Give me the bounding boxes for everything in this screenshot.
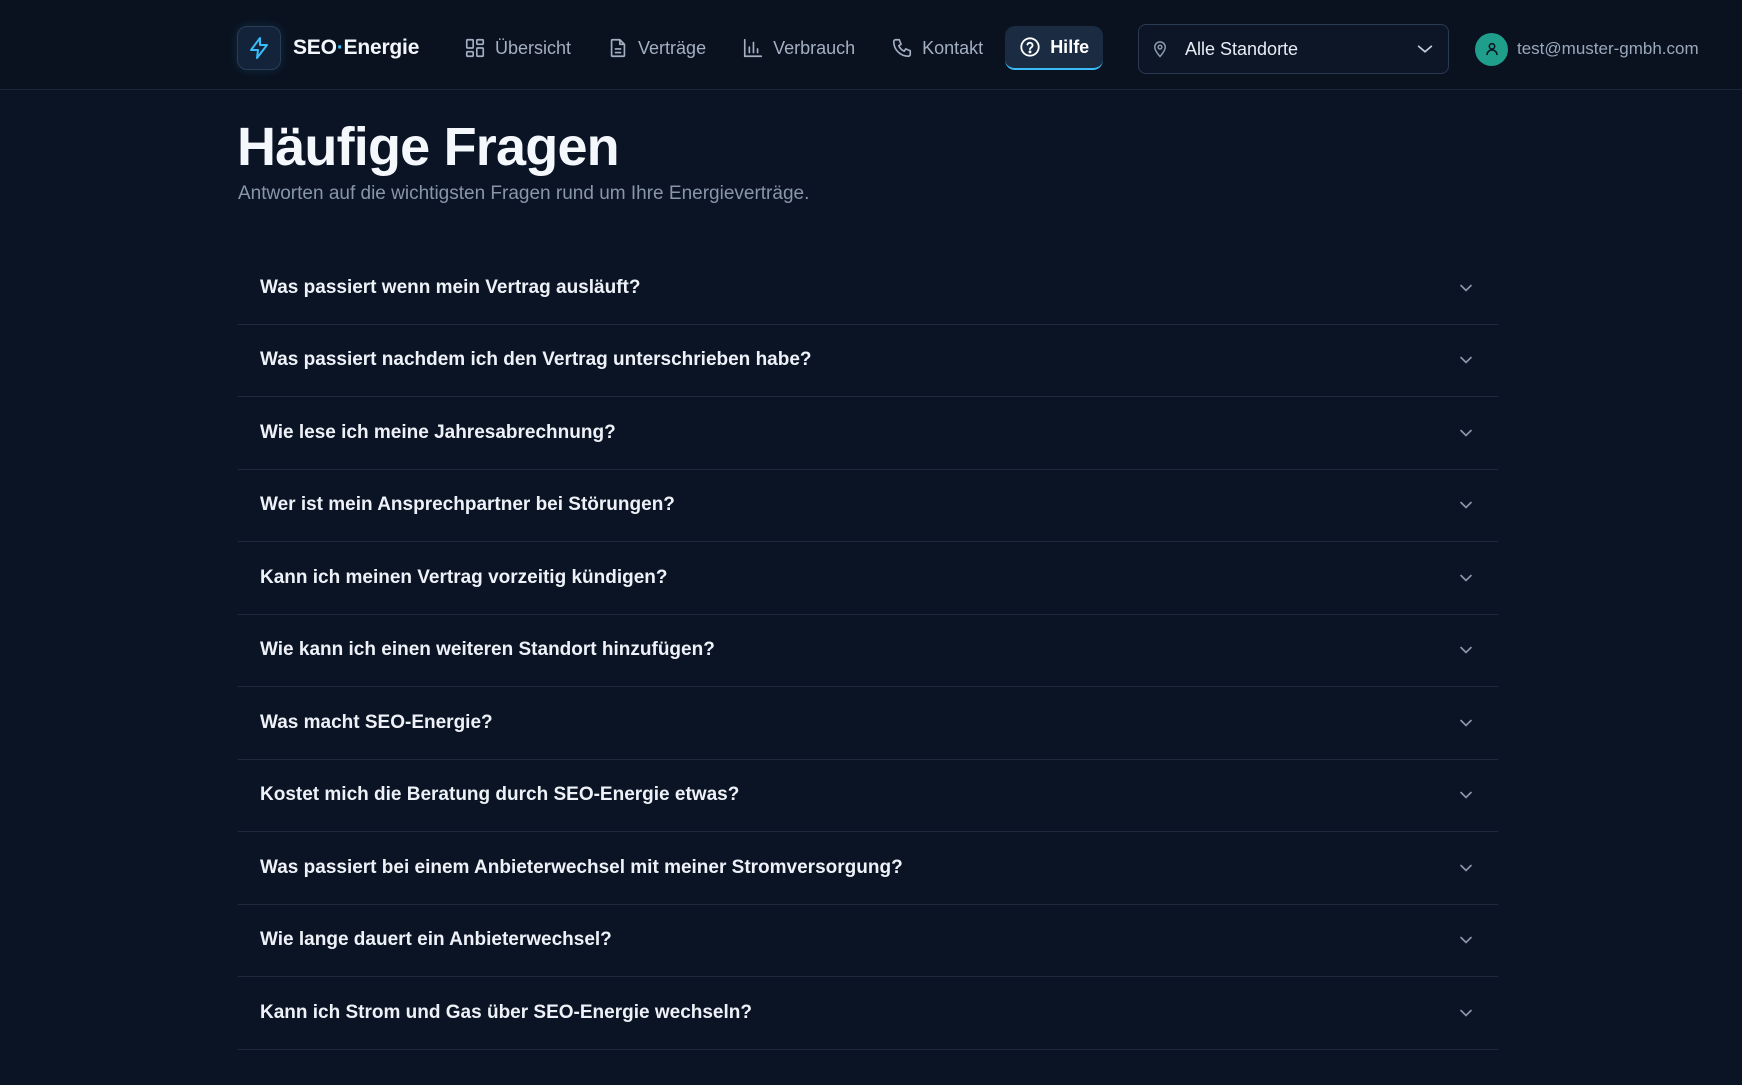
faq-question: Kostet mich die Beratung durch SEO-Energ… <box>260 784 740 806</box>
faq-item[interactable]: Kostet mich die Beratung durch SEO-Energ… <box>238 760 1498 832</box>
faq-item[interactable]: Kann ich meinen Vertrag vorzeitig kündig… <box>238 542 1498 615</box>
nav-item-vertraege[interactable]: Verträge <box>593 26 720 70</box>
help-circle-icon <box>1020 37 1040 57</box>
page-title: Häufige Fragen <box>237 117 620 177</box>
avatar <box>1475 32 1508 66</box>
faq-question: Was passiert nachdem ich den Vertrag unt… <box>260 349 812 371</box>
chevron-down-icon <box>1456 858 1476 878</box>
nav-label: Hilfe <box>1050 36 1090 57</box>
chevron-down-icon <box>1456 350 1476 370</box>
faq-item[interactable]: Was passiert nachdem ich den Vertrag unt… <box>238 325 1498 397</box>
chevron-down-icon <box>1456 640 1476 660</box>
faq-question: Wie lese ich meine Jahresabrechnung? <box>260 421 616 443</box>
nav-label: Verträge <box>638 37 707 58</box>
brand-name: SEO·Energie <box>293 36 420 59</box>
nav-label: Kontakt <box>922 37 984 58</box>
user-menu[interactable]: test@muster-gmbh.com <box>1475 32 1699 66</box>
faq-item[interactable]: Wie lange dauert ein Anbieterwechsel? <box>238 905 1498 977</box>
top-navigation-bar: SEO·Energie Übersicht Verträge Verbrauch <box>0 0 1742 90</box>
chevron-down-icon <box>1456 568 1476 588</box>
map-pin-icon <box>1153 41 1167 58</box>
chevron-down-icon <box>1417 45 1433 53</box>
main-nav: Übersicht Verträge Verbrauch Kontakt Hil… <box>450 26 1111 70</box>
user-email: test@muster-gmbh.com <box>1517 39 1699 58</box>
brand-logo[interactable]: SEO·Energie <box>237 26 419 70</box>
chevron-down-icon <box>1456 930 1476 950</box>
faq-question: Kann ich meinen Vertrag vorzeitig kündig… <box>260 566 668 588</box>
faq-item[interactable]: Was passiert bei einem Anbieterwechsel m… <box>238 832 1498 905</box>
location-select-value: Alle Standorte <box>1185 38 1299 59</box>
chevron-down-icon <box>1456 495 1476 515</box>
nav-item-hilfe[interactable]: Hilfe <box>1005 26 1104 70</box>
location-select[interactable]: Alle Standorte <box>1138 24 1449 74</box>
nav-item-kontakt[interactable]: Kontakt <box>877 26 997 70</box>
phone-icon <box>893 38 912 58</box>
faq-item[interactable]: Kann ich Strom und Gas über SEO-Energie … <box>238 977 1498 1050</box>
faq-item[interactable]: Was passiert wenn mein Vertrag ausläuft? <box>238 252 1498 325</box>
user-icon <box>1485 42 1498 56</box>
chevron-down-icon <box>1456 713 1476 733</box>
dashboard-icon <box>465 38 485 58</box>
faq-question: Wer ist mein Ansprechpartner bei Störung… <box>260 494 675 516</box>
nav-label: Verbrauch <box>773 37 856 58</box>
faq-item[interactable]: Wer ist mein Ansprechpartner bei Störung… <box>238 470 1498 542</box>
faq-question: Was passiert wenn mein Vertrag ausläuft? <box>260 276 641 298</box>
page-subtitle: Antworten auf die wichtigsten Fragen run… <box>238 183 810 204</box>
faq-question: Kann ich Strom und Gas über SEO-Energie … <box>260 1001 752 1023</box>
nav-item-uebersicht[interactable]: Übersicht <box>450 26 585 70</box>
faq-question: Was macht SEO-Energie? <box>260 711 493 733</box>
chevron-down-icon <box>1456 785 1476 805</box>
chevron-down-icon <box>1456 1003 1476 1023</box>
faq-question: Wie lange dauert ein Anbieterwechsel? <box>260 929 612 951</box>
bar-chart-icon <box>744 38 763 58</box>
document-icon <box>610 38 626 58</box>
faq-item[interactable]: Wie kann ich einen weiteren Standort hin… <box>238 615 1498 687</box>
nav-item-verbrauch[interactable]: Verbrauch <box>728 26 869 70</box>
faq-question: Wie kann ich einen weiteren Standort hin… <box>260 639 715 661</box>
faq-item[interactable]: Was macht SEO-Energie? <box>238 687 1498 760</box>
chevron-down-icon <box>1456 423 1476 443</box>
faq-list: Was passiert wenn mein Vertrag ausläuft?… <box>238 252 1498 1050</box>
nav-label: Übersicht <box>495 37 572 58</box>
faq-question: Was passiert bei einem Anbieterwechsel m… <box>260 856 903 878</box>
lightning-icon <box>237 26 281 70</box>
chevron-down-icon <box>1456 278 1476 298</box>
faq-item[interactable]: Wie lese ich meine Jahresabrechnung? <box>238 397 1498 470</box>
